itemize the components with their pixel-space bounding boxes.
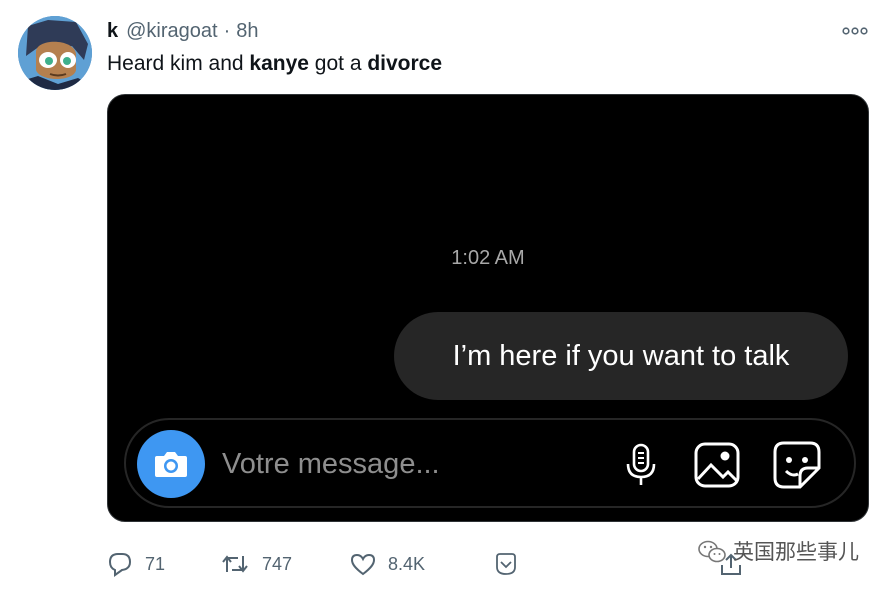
message-bubble: I’m here if you want to talk xyxy=(394,312,848,400)
reply-button[interactable]: 71 xyxy=(107,549,165,579)
user-handle[interactable]: @kiragoat xyxy=(126,20,217,43)
tweet-text: Heard kim and kanye got a divorce xyxy=(107,52,442,76)
sticker-icon[interactable] xyxy=(770,438,824,492)
tweet-text-part: Heard kim and xyxy=(107,52,250,75)
heart-icon xyxy=(350,553,376,576)
tweet-text-bold: divorce xyxy=(367,52,443,75)
retweet-count: 747 xyxy=(262,553,293,574)
reply-count: 71 xyxy=(145,553,166,574)
reply-icon xyxy=(108,553,132,577)
avatar[interactable] xyxy=(18,16,92,90)
more-options-icon[interactable] xyxy=(841,22,869,40)
message-text: I’m here if you want to talk xyxy=(452,339,790,372)
bookmark-button[interactable] xyxy=(493,549,531,579)
camera-icon xyxy=(155,452,187,477)
tweet-text-part: got a xyxy=(308,52,368,75)
watermark-text: 英国那些事儿 xyxy=(733,541,859,564)
tweet-header: k @kiragoat · 8h xyxy=(107,20,259,46)
message-input[interactable] xyxy=(222,440,602,488)
retweet-icon xyxy=(222,555,248,573)
camera-button[interactable] xyxy=(137,430,205,498)
like-button[interactable]: 8.4K xyxy=(350,549,425,579)
like-count: 8.4K xyxy=(388,553,426,574)
message-composer xyxy=(124,418,856,508)
gallery-icon[interactable] xyxy=(690,438,744,492)
bookmark-icon xyxy=(496,553,516,575)
tweet-text-bold: kanye xyxy=(249,52,309,75)
retweet-button[interactable]: 747 xyxy=(220,549,292,579)
watermark: 英国那些事儿 xyxy=(697,537,859,565)
display-name[interactable]: k xyxy=(107,20,118,43)
separator-dot: · xyxy=(223,20,231,42)
message-timestamp: 1:02 AM xyxy=(451,247,525,269)
microphone-icon[interactable] xyxy=(614,438,668,492)
tweet-media-image[interactable]: 1:02 AM I’m here if you want to talk xyxy=(107,94,869,522)
tweet-time[interactable]: 8h xyxy=(236,20,258,43)
wechat-logo-icon xyxy=(698,540,726,563)
